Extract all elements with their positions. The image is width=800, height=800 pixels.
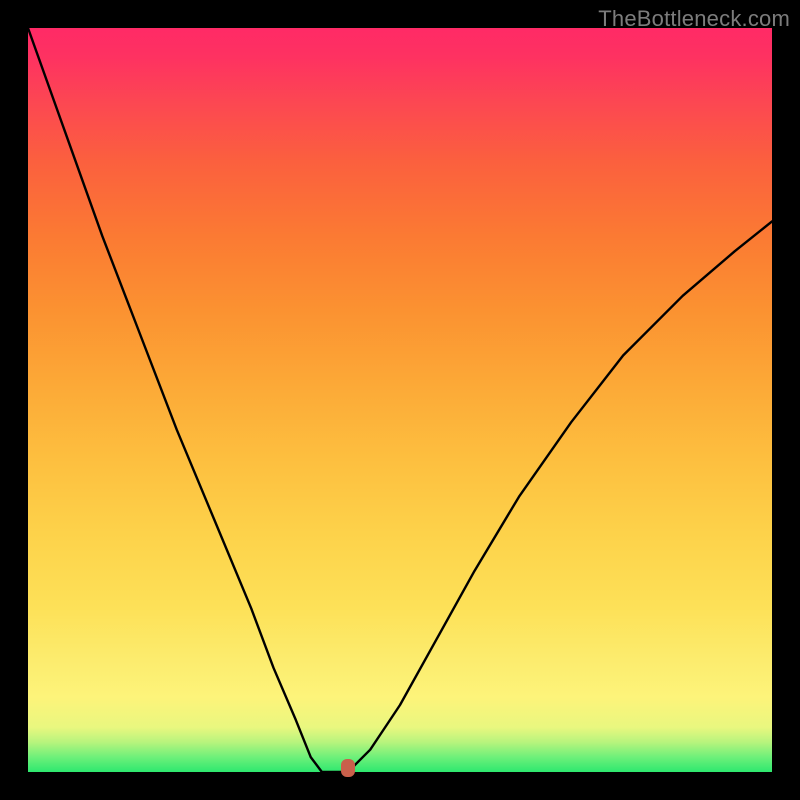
optimal-point-marker	[341, 759, 355, 777]
watermark-text: TheBottleneck.com	[598, 6, 790, 32]
bottleneck-curve	[28, 28, 772, 772]
curve-layer	[28, 28, 772, 772]
chart-frame: TheBottleneck.com	[0, 0, 800, 800]
